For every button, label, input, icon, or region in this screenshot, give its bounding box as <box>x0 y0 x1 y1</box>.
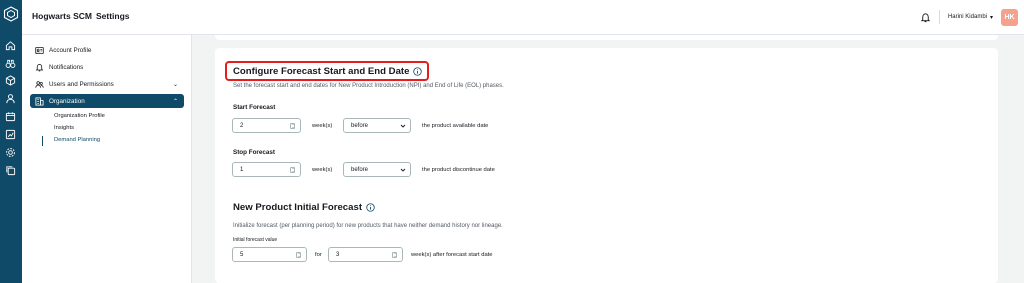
sidebar-item-users-and-permissions[interactable]: Users and Permissions ⌄ <box>30 77 184 91</box>
input-value: 3 <box>336 251 340 258</box>
app-logo-icon[interactable] <box>3 6 19 22</box>
left-nav-rail <box>0 0 22 283</box>
settings-sidebar: Account Profile Notifications Users and … <box>22 35 192 283</box>
copy-icon[interactable] <box>5 165 16 176</box>
chart-icon[interactable] <box>5 129 16 140</box>
input-value: 2 <box>240 122 244 129</box>
start-forecast-suffix: the product available date <box>422 123 489 129</box>
stepper-icon[interactable] <box>296 252 301 258</box>
users-icon <box>35 80 44 88</box>
stop-forecast-suffix: the product discontinue date <box>422 167 495 173</box>
section-heading: New Product Initial Forecast <box>233 202 363 213</box>
section-title: Settings <box>95 11 130 21</box>
settings-icon[interactable] <box>5 147 16 158</box>
select-value: before <box>351 122 369 129</box>
top-bar: Hogwarts SCM Settings Harini Kidambi ▾ HK <box>22 0 1024 35</box>
divider <box>938 10 940 24</box>
initial-forecast-value-input[interactable]: 5 <box>232 247 307 262</box>
home-icon[interactable] <box>5 40 16 51</box>
section-heading: Configure Forecast Start and End Date <box>233 66 410 77</box>
initial-forecast-suffix: week(s) after forecast start date <box>411 252 493 258</box>
stepper-icon[interactable] <box>290 167 295 173</box>
bell-icon <box>35 63 44 71</box>
input-value: 1 <box>240 166 244 173</box>
info-icon[interactable] <box>366 203 375 212</box>
input-value: 5 <box>240 251 244 258</box>
previous-card-edge <box>215 35 998 40</box>
sidebar-item-notifications[interactable]: Notifications <box>30 60 184 74</box>
sidebar-item-label: Notifications <box>49 63 84 71</box>
user-name: Harini Kidambi <box>947 14 987 20</box>
forecast-description: Set the forecast start and end dates for… <box>233 83 504 89</box>
sidebar-item-label: Account Profile <box>49 46 92 54</box>
gear-person-icon[interactable] <box>5 93 16 104</box>
organization-icon <box>35 96 44 106</box>
start-forecast-relation-select[interactable]: before <box>343 118 411 133</box>
stop-forecast-weeks-input[interactable]: 1 <box>232 162 301 177</box>
initial-forecast-weeks-input[interactable]: 3 <box>328 247 403 262</box>
initial-forecast-section-title: New Product Initial Forecast <box>233 202 375 213</box>
stop-forecast-label: Stop Forecast <box>233 149 275 156</box>
app-name: Hogwarts SCM <box>32 11 92 21</box>
sidebar-subitem-demand-planning[interactable]: Demand Planning <box>54 137 100 143</box>
cube-icon[interactable] <box>5 75 16 86</box>
account-card-icon <box>35 46 44 54</box>
avatar[interactable]: HK <box>1001 8 1018 26</box>
active-indicator <box>42 136 43 146</box>
initial-forecast-value-label: Initial forecast value <box>233 237 278 243</box>
chevron-down-icon: ⌄ <box>172 81 178 88</box>
app-brand[interactable]: Hogwarts SCM Settings <box>32 11 130 21</box>
stop-forecast-relation-select[interactable]: before <box>343 162 411 177</box>
chevron-up-icon: ⌃ <box>172 98 178 105</box>
binoculars-icon[interactable] <box>5 58 16 69</box>
sidebar-item-account-profile[interactable]: Account Profile <box>30 43 184 57</box>
chevron-down-icon <box>400 124 406 128</box>
user-menu[interactable]: Harini Kidambi ▾ <box>948 14 993 21</box>
sidebar-subitem-organization-profile[interactable]: Organization Profile <box>54 113 105 119</box>
select-value: before <box>351 166 369 173</box>
sidebar-item-organization[interactable]: Organization ⌃ <box>30 94 184 108</box>
notifications-bell-icon[interactable] <box>920 12 931 23</box>
chevron-down-icon <box>400 168 406 172</box>
stepper-icon[interactable] <box>290 123 295 129</box>
sidebar-item-label: Users and Permissions <box>49 80 114 88</box>
stepper-icon[interactable] <box>392 252 397 258</box>
initial-forecast-description: Initialize forecast (per planning period… <box>233 223 503 229</box>
start-forecast-unit: week(s) <box>312 123 333 129</box>
sidebar-item-label: Organization <box>49 97 85 105</box>
forecast-section-title: Configure Forecast Start and End Date <box>233 66 423 77</box>
for-label: for <box>315 252 322 258</box>
info-icon[interactable] <box>413 67 423 76</box>
sidebar-subitem-insights[interactable]: Insights <box>54 125 74 131</box>
start-forecast-weeks-input[interactable]: 2 <box>232 118 301 133</box>
start-forecast-label: Start Forecast <box>233 104 276 111</box>
top-right-controls: Harini Kidambi ▾ HK <box>920 7 1018 27</box>
chevron-down-icon: ▾ <box>989 14 993 21</box>
calendar-icon[interactable] <box>5 111 16 122</box>
stop-forecast-unit: week(s) <box>312 167 333 173</box>
